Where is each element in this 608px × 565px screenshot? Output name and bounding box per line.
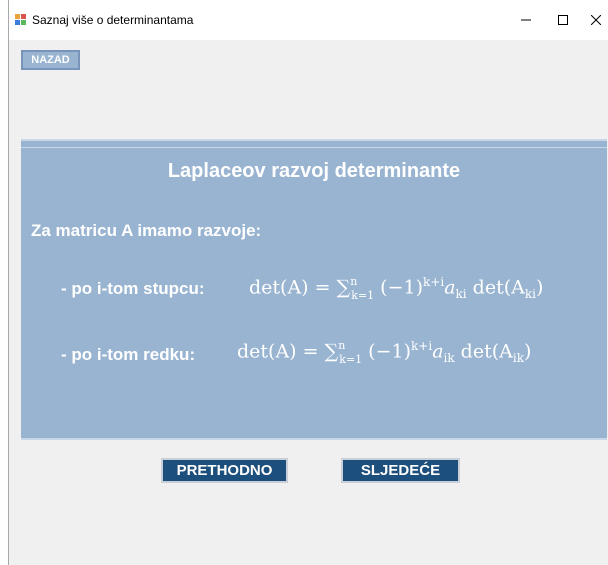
panel-divider: [21, 147, 607, 148]
minimize-button[interactable]: [509, 6, 543, 34]
close-button[interactable]: [579, 6, 608, 34]
sign-term: (−1): [380, 276, 424, 299]
sum-lower: k=1: [339, 353, 363, 367]
minor-index: ik: [512, 351, 524, 366]
sum-upper: n: [338, 339, 346, 353]
next-button[interactable]: SLJEDEĆE: [341, 458, 460, 483]
back-button[interactable]: NAZAD: [21, 50, 80, 70]
row-expansion-label: - po i-tom redku:: [61, 345, 196, 364]
coefficient-index: ki: [455, 287, 467, 302]
coefficient: a: [432, 340, 444, 363]
maximize-icon: [558, 15, 568, 25]
minor-det: det(A: [460, 340, 513, 363]
sum-symbol: ∑: [324, 340, 339, 363]
intro-text: Za matricu A imamo razvoje:: [31, 221, 262, 240]
coefficient: a: [444, 276, 456, 299]
content-panel: Laplaceov razvoj determinante Za matricu…: [21, 139, 607, 440]
minor-close: ): [523, 340, 532, 363]
title-bar: Saznaj više o determinantama: [9, 0, 608, 40]
minor-det: det(A: [472, 276, 525, 299]
sign-exponent: k+i: [423, 275, 445, 289]
sign-exponent: k+i: [411, 339, 433, 353]
window-title: Saznaj više o determinantama: [32, 13, 194, 27]
close-icon: [591, 15, 601, 25]
sum-upper: n: [350, 275, 358, 289]
panel-title: Laplaceov razvoj determinante: [167, 160, 461, 182]
minimize-icon: [521, 19, 531, 21]
minor-close: ): [535, 276, 544, 299]
maximize-button[interactable]: [546, 6, 580, 34]
minor-index: ki: [524, 287, 536, 302]
previous-button[interactable]: PRETHODNO: [161, 458, 288, 483]
sign-term: (−1): [368, 340, 412, 363]
sum-symbol: ∑: [336, 276, 351, 299]
row-expansion-formula: det(A) = ∑nk=1 (−1)k+iaik det(Aik): [237, 339, 532, 367]
sum-lower: k=1: [351, 289, 375, 303]
column-expansion-formula: det(A) = ∑nk=1 (−1)k+iaki det(Aki): [249, 275, 544, 303]
coefficient-index: ik: [443, 351, 455, 366]
formula-lhs: det(A) =: [237, 340, 319, 363]
formula-lhs: det(A) =: [249, 276, 331, 299]
app-window: Saznaj više o determinantama NAZAD Lapla…: [8, 0, 608, 565]
column-expansion-label: - po i-tom stupcu:: [61, 279, 205, 298]
app-icon: [15, 14, 26, 25]
